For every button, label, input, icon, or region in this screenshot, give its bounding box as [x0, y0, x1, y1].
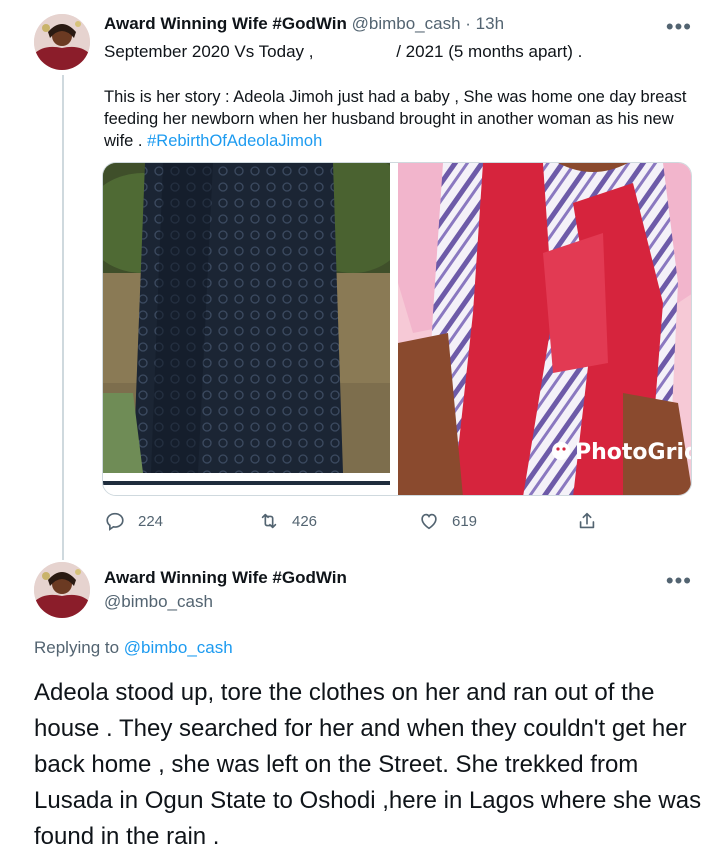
tweet-age[interactable]: · 13h [465, 14, 504, 33]
tweet-body: This is her story : Adeola Jimoh just ha… [104, 86, 704, 152]
replying-to-mention[interactable]: @bimbo_cash [124, 638, 233, 657]
more-icon[interactable]: ••• [666, 570, 692, 592]
watermark-text: PhotoGrid [575, 440, 692, 465]
retweet-icon [261, 513, 277, 529]
avatar-photo [34, 14, 90, 70]
more-icon[interactable]: ••• [666, 16, 692, 38]
retweet-action[interactable]: 426 [258, 510, 317, 532]
reply-header: Award Winning Wife #GodWin [104, 568, 347, 588]
like-action[interactable]: 619 [418, 510, 477, 532]
subline-end: / 2021 (5 months apart) . [396, 42, 583, 61]
reply-action[interactable]: 224 [104, 510, 163, 532]
twitter-thread: Award Winning Wife #GodWin @bimbo_cash ·… [0, 0, 720, 850]
tweet-subline: September 2020 Vs Today , / 2021 (5 mont… [104, 42, 582, 62]
avatar[interactable] [34, 562, 90, 618]
like-count: 619 [452, 512, 478, 530]
photo-collage: PhotoGrid [103, 163, 692, 495]
display-name[interactable]: Award Winning Wife #GodWin [104, 568, 347, 587]
retweet-count: 426 [292, 512, 318, 530]
replying-prefix: Replying to [34, 638, 124, 657]
replying-to: Replying to @bimbo_cash [34, 638, 233, 658]
share-icon [579, 512, 595, 529]
tweet-media[interactable]: PhotoGrid [102, 162, 692, 496]
user-handle[interactable]: @bimbo_cash [352, 14, 461, 33]
share-action[interactable] [576, 510, 598, 532]
redacted-text [318, 42, 397, 60]
reply-count: 224 [138, 512, 164, 530]
video-progress-bar [103, 481, 390, 485]
reply-icon [106, 512, 124, 531]
avatar-photo [34, 562, 90, 618]
tweet-header: Award Winning Wife #GodWin @bimbo_cash ·… [104, 14, 504, 34]
avatar[interactable] [34, 14, 90, 70]
thread-connector-line [62, 75, 64, 560]
tweet-actions: 224 426 619 [100, 510, 620, 538]
hashtag-link[interactable]: #RebirthOfAdeolaJimoh [147, 132, 322, 150]
subline-start: September 2020 Vs Today , [104, 42, 319, 61]
reply-body-text: Adeola stood up, tore the clothes on her… [34, 679, 702, 850]
display-name[interactable]: Award Winning Wife #GodWin [104, 14, 347, 33]
like-icon [421, 513, 437, 530]
user-handle[interactable]: @bimbo_cash [104, 592, 213, 612]
left-photo [103, 163, 390, 473]
